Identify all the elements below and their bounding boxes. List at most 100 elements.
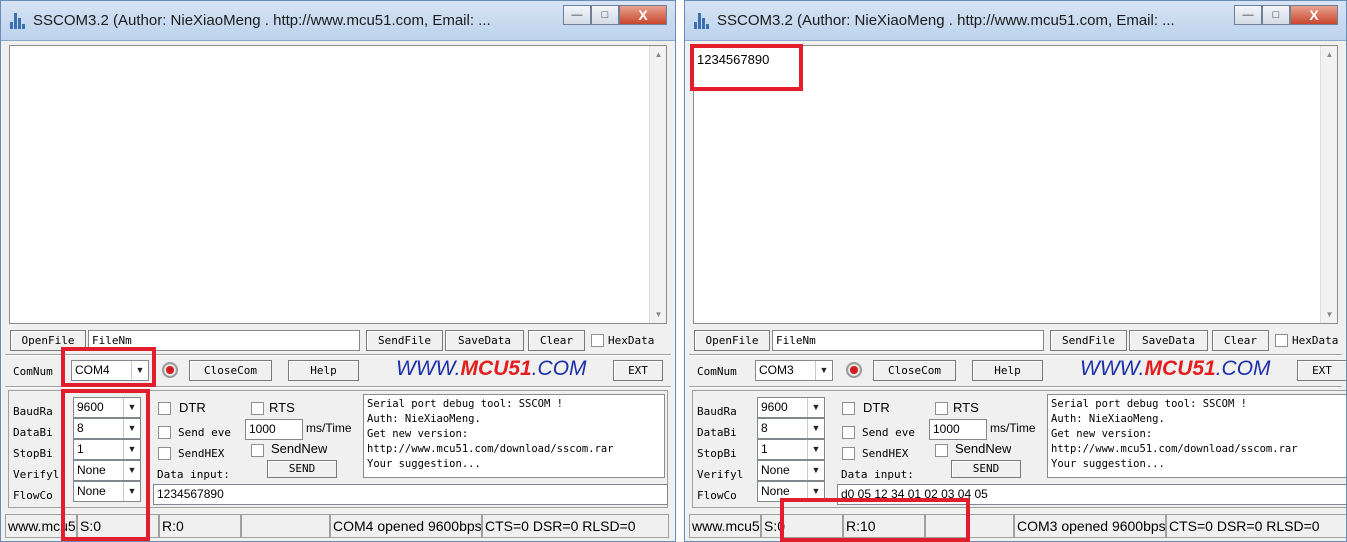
title-bar: SSCOM3.2 (Author: NieXiaoMeng . http://w… — [685, 1, 1346, 41]
baudrate-select[interactable]: 9600 ▼ — [757, 397, 825, 418]
status-bar: www.mcu51.com S:0 R:10 COM3 opened 9600b… — [689, 514, 1346, 538]
chevron-down-icon[interactable]: ▼ — [807, 440, 824, 459]
sendhex-checkbox[interactable] — [842, 447, 855, 460]
interval-input[interactable]: 1000 — [245, 419, 303, 440]
sendevery-checkbox[interactable] — [842, 426, 855, 439]
flowcontrol-select[interactable]: None ▼ — [757, 481, 825, 502]
chevron-down-icon[interactable]: ▼ — [123, 398, 140, 417]
close-icon[interactable]: X — [1290, 5, 1338, 25]
rts-checkbox[interactable] — [935, 402, 948, 415]
stopbits-label: StopBi — [697, 447, 737, 460]
status-sent: S:0 — [761, 514, 843, 538]
rts-label: RTS — [269, 400, 295, 415]
chevron-down-icon[interactable]: ▼ — [123, 440, 140, 459]
dtr-checkbox[interactable] — [158, 402, 171, 415]
chevron-down-icon[interactable]: ▼ — [131, 361, 148, 380]
hexdata-checkbox[interactable] — [591, 334, 604, 347]
sendnew-checkbox[interactable] — [251, 444, 264, 457]
scroll-down-icon[interactable]: ▼ — [650, 306, 667, 323]
sendnew-label: SendNew — [955, 441, 1012, 456]
receive-scrollbar[interactable]: ▲ ▼ — [649, 46, 666, 323]
send-data-input[interactable]: 1234567890 — [153, 484, 668, 505]
verify-label: Verifyl — [697, 468, 744, 481]
info-box: Serial port debug tool: SSCOM ! Auth: Ni… — [1047, 394, 1346, 478]
datainput-label: Data input: — [841, 468, 914, 481]
flowcontrol-select[interactable]: None ▼ — [73, 481, 141, 502]
title-bar: SSCOM3.2 (Author: NieXiaoMeng . http://w… — [1, 1, 675, 41]
info-line: Auth: NieXiaoMeng. — [1051, 413, 1165, 425]
info-line: Get new version: — [1051, 428, 1153, 440]
databits-select[interactable]: 8 ▼ — [73, 418, 141, 439]
baudrate-label: BaudRa — [13, 405, 53, 418]
minimize-icon[interactable]: — — [1234, 5, 1262, 25]
ext-button[interactable]: EXT — [1297, 360, 1346, 381]
rts-checkbox[interactable] — [251, 402, 264, 415]
ext-button[interactable]: EXT — [613, 360, 663, 381]
info-line: http://www.mcu51.com/download/sscom.rar — [367, 443, 614, 455]
port-status-indicator-icon — [162, 362, 178, 378]
closecom-button[interactable]: CloseCom — [873, 360, 956, 381]
stopbits-select[interactable]: 1 ▼ — [73, 439, 141, 460]
maximize-icon[interactable]: □ — [591, 5, 619, 25]
comnum-select[interactable]: COM3 ▼ — [755, 360, 833, 381]
chevron-down-icon[interactable]: ▼ — [807, 398, 824, 417]
baudrate-label: BaudRa — [697, 405, 737, 418]
stopbits-select[interactable]: 1 ▼ — [757, 439, 825, 460]
sendfile-button[interactable]: SendFile — [1050, 330, 1127, 351]
app-icon — [693, 13, 711, 29]
hexdata-label: HexData — [608, 334, 655, 347]
scroll-up-icon[interactable]: ▲ — [1321, 46, 1338, 63]
verify-select[interactable]: None ▼ — [757, 460, 825, 481]
maximize-icon[interactable]: □ — [1262, 5, 1290, 25]
sendevery-label: Send eve — [862, 426, 915, 439]
savedata-button[interactable]: SaveData — [1129, 330, 1208, 351]
chevron-down-icon[interactable]: ▼ — [807, 482, 824, 501]
status-empty — [241, 514, 330, 538]
mstime-label: ms/Time — [990, 421, 1036, 435]
chevron-down-icon[interactable]: ▼ — [123, 419, 140, 438]
receive-area[interactable]: ▲ ▼ — [9, 45, 667, 324]
info-line: Auth: NieXiaoMeng. — [367, 413, 481, 425]
comnum-select[interactable]: COM4 ▼ — [71, 360, 149, 381]
sendfile-button[interactable]: SendFile — [366, 330, 443, 351]
scroll-up-icon[interactable]: ▲ — [650, 46, 667, 63]
chevron-down-icon[interactable]: ▼ — [807, 419, 824, 438]
sendevery-checkbox[interactable] — [158, 426, 171, 439]
openfile-button[interactable]: OpenFile — [694, 330, 770, 351]
baudrate-select[interactable]: 9600 ▼ — [73, 397, 141, 418]
filename-field[interactable]: FileNm — [772, 330, 1044, 351]
receive-area[interactable]: 1234567890 ▲ ▼ — [693, 45, 1338, 324]
scroll-down-icon[interactable]: ▼ — [1321, 306, 1338, 323]
status-site: www.mcu51.com — [5, 514, 77, 538]
chevron-down-icon[interactable]: ▼ — [815, 361, 832, 380]
help-button[interactable]: Help — [288, 360, 359, 381]
hexdata-checkbox[interactable] — [1275, 334, 1288, 347]
databits-select[interactable]: 8 ▼ — [757, 418, 825, 439]
chevron-down-icon[interactable]: ▼ — [123, 461, 140, 480]
send-data-input[interactable]: d0 05 12 34 01 02 03 04 05 — [837, 484, 1346, 505]
clear-button[interactable]: Clear — [1212, 330, 1269, 351]
receive-scrollbar[interactable]: ▲ ▼ — [1320, 46, 1337, 323]
send-button[interactable]: SEND — [267, 460, 337, 478]
verify-select[interactable]: None ▼ — [73, 460, 141, 481]
divider — [689, 386, 1342, 388]
filename-field[interactable]: FileNm — [88, 330, 360, 351]
minimize-icon[interactable]: — — [563, 5, 591, 25]
clear-button[interactable]: Clear — [528, 330, 585, 351]
window-title: SSCOM3.2 (Author: NieXiaoMeng . http://w… — [33, 12, 491, 29]
sendnew-checkbox[interactable] — [935, 444, 948, 457]
sendhex-label: SendHEX — [178, 447, 225, 460]
sendhex-checkbox[interactable] — [158, 447, 171, 460]
chevron-down-icon[interactable]: ▼ — [123, 482, 140, 501]
send-button[interactable]: SEND — [951, 460, 1021, 478]
closecom-button[interactable]: CloseCom — [189, 360, 272, 381]
help-button[interactable]: Help — [972, 360, 1043, 381]
close-icon[interactable]: X — [619, 5, 667, 25]
openfile-button[interactable]: OpenFile — [10, 330, 86, 351]
savedata-button[interactable]: SaveData — [445, 330, 524, 351]
chevron-down-icon[interactable]: ▼ — [807, 461, 824, 480]
dtr-label: DTR — [863, 400, 890, 415]
interval-input[interactable]: 1000 — [929, 419, 987, 440]
sscom-window: SSCOM3.2 (Author: NieXiaoMeng . http://w… — [0, 0, 676, 542]
dtr-checkbox[interactable] — [842, 402, 855, 415]
